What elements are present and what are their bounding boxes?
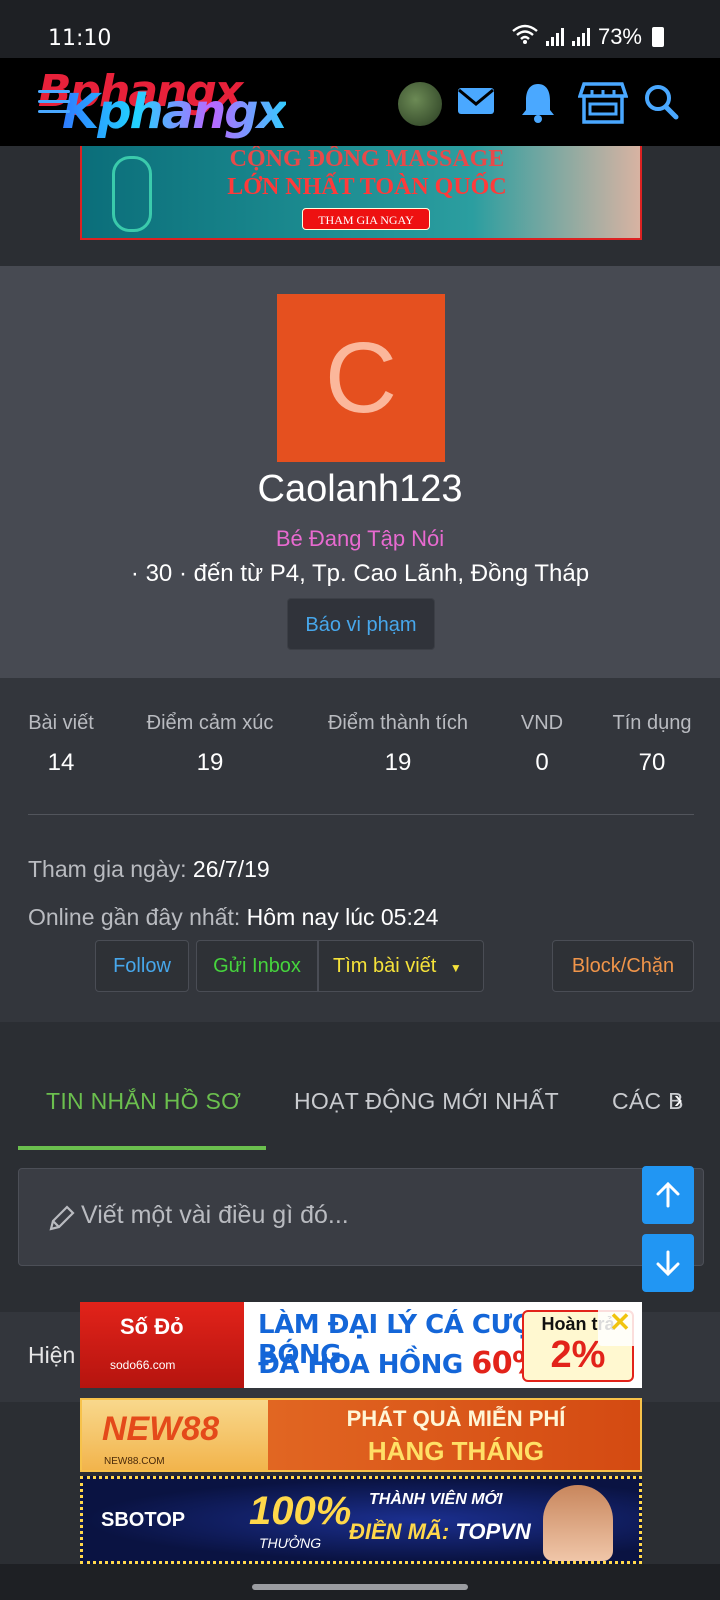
follow-button[interactable]: Follow (95, 940, 189, 992)
user-rank: Bé Đang Tập Nói (275, 526, 445, 551)
search-icon[interactable] (642, 80, 688, 126)
status-composer: Viết một vài điều gì đó... (0, 1150, 720, 1292)
ad-new88-site: NEW88.COM (104, 1456, 165, 1467)
stat-posts: Bài viết 14 (28, 712, 94, 777)
pencil-icon (47, 1203, 77, 1238)
ad-sbotop-r1: THÀNH VIÊN MỚI (369, 1491, 503, 1508)
status-bar: 11:10 73% (0, 0, 720, 58)
banner-cta[interactable]: THAM GIA NGAY (302, 208, 430, 230)
banner-line2: LỚN NHẤT TOÀN QUỐC (227, 174, 507, 200)
composer-placeholder: Viết một vài điều gì đó... (81, 1201, 349, 1229)
stat-value: 14 (47, 749, 75, 776)
ad-new88-line2: HÀNG THÁNG (367, 1436, 545, 1466)
joined-value: 26/7/19 (192, 856, 270, 882)
stat-label: Tín dụng (612, 712, 692, 734)
system-navigation-bar (0, 1564, 720, 1600)
top-banner-ad[interactable]: CỘNG ĐỒNG MASSAGE LỚN NHẤT TOÀN QUỐC THA… (80, 146, 642, 240)
ad-new88-brand-block: NEW88 NEW88.COM (82, 1400, 268, 1470)
stat-label: Điểm cảm xúc (146, 712, 274, 734)
profile-tabs: TIN NHẮN HỒ SƠ HOẠT ĐỘNG MỚI NHẤT CÁC B … (0, 1022, 720, 1150)
profile-header: C Caolanh123 Bé Đang Tập Nói · 30 · đến … (0, 266, 720, 678)
tab-profile-posts[interactable]: TIN NHẮN HỒ SƠ (46, 1088, 241, 1115)
stat-vnd: VND 0 (520, 712, 564, 777)
banner-line1: CỘNG ĐỒNG MASSAGE (229, 146, 505, 172)
home-gesture-bar[interactable] (252, 1584, 468, 1590)
ad-sodo-brand-block: Số Đỏ sodo66.com (80, 1302, 244, 1388)
stat-value: 19 (384, 749, 412, 776)
ad-sbotop[interactable]: SBOTOP 100% THƯỞNG THÀNH VIÊN MỚI ĐIỀN M… (80, 1476, 642, 1564)
ad-sbotop-r2: ĐIỀN MÃ: TOPVN (349, 1519, 531, 1545)
caret-down-icon: ▼ (449, 961, 462, 975)
clock: 11:10 (48, 26, 112, 51)
stat-credit: Tín dụng 70 (610, 712, 694, 777)
report-button[interactable]: Báo vi phạm (287, 598, 435, 650)
logo-front-text: Kphangx (62, 84, 288, 140)
wifi-icon (512, 24, 538, 50)
scroll-up-button[interactable] (642, 1166, 694, 1224)
menu-icon[interactable] (38, 90, 70, 120)
ad-sbotop-small: THƯỞNG (259, 1535, 322, 1551)
battery-percent: 73% (597, 24, 642, 49)
ad-sodo[interactable]: Số Đỏ sodo66.com LÀM ĐẠI LÝ CÁ CƯỢC BÓNG… (80, 1302, 642, 1388)
ad-sbotop-code: TOPVN (455, 1519, 531, 1544)
ad-new88-line1: PHÁT QUÀ MIỄN PHÍ (346, 1406, 566, 1431)
profile-username: Caolanh123 (257, 468, 463, 510)
scroll-down-button[interactable] (642, 1234, 694, 1292)
joined-label: Tham gia ngày: (28, 856, 187, 882)
stat-achievements: Điểm thành tích 19 (320, 712, 476, 777)
ad-sbotop-model-image (543, 1485, 613, 1561)
battery-icon (652, 27, 664, 47)
site-logo[interactable]: Bphangx Kphangx (38, 66, 358, 140)
store-icon[interactable] (577, 80, 629, 126)
top-navigation-bar: Bphangx Kphangx (0, 58, 720, 146)
online-value: Hôm nay lúc 05:24 (246, 904, 439, 930)
bell-icon[interactable] (518, 80, 564, 126)
ad-new88-brand: NEW88 (102, 1410, 220, 1448)
stat-reactions: Điểm cảm xúc 19 (142, 712, 278, 777)
find-posts-button[interactable]: Tìm bài viết ▼ (318, 940, 484, 992)
close-ad-icon[interactable]: ✕ (598, 1302, 642, 1346)
ad-sodo-line2-text: ĐÁ HOA HỒNG (258, 1350, 463, 1380)
online-label: Online gần đây nhất: (28, 904, 241, 930)
stat-value: 70 (638, 749, 666, 776)
stat-label: Bài viết (28, 712, 94, 734)
last-online: Online gần đây nhất: Hôm nay lúc 05:24 (28, 904, 438, 931)
profile-avatar[interactable]: C (277, 294, 445, 462)
profile-stats: Bài viết 14 Điểm cảm xúc 19 Điểm thành t… (0, 678, 720, 1022)
ad-sbotop-code-label: ĐIỀN MÃ: (349, 1519, 450, 1544)
send-inbox-button[interactable]: Gửi Inbox (196, 940, 318, 992)
status-icons: 73% (512, 24, 664, 50)
chevron-right-icon[interactable]: › (674, 1084, 683, 1115)
ad-sodo-brand: Số Đỏ (120, 1314, 184, 1339)
stat-label: VND (520, 712, 564, 734)
signal-icon (545, 28, 564, 46)
stat-value: 19 (196, 749, 224, 776)
joined-date: Tham gia ngày: 26/7/19 (28, 856, 270, 883)
ad-new88[interactable]: NEW88 NEW88.COM PHÁT QUÀ MIỄN PHÍ HÀNG T… (80, 1398, 642, 1472)
divider (28, 814, 694, 815)
find-posts-label: Tìm bài viết (333, 955, 437, 977)
tab-latest-activity[interactable]: HOẠT ĐỘNG MỚI NHẤT (294, 1088, 559, 1115)
ad-sbotop-brand: SBOTOP (101, 1509, 186, 1531)
stat-value: 0 (535, 749, 549, 776)
banner-decoration (112, 156, 152, 232)
block-button[interactable]: Block/Chặn (552, 940, 694, 992)
ad-sbotop-big: 100% (249, 1489, 352, 1533)
stat-label: Điểm thành tích (327, 712, 469, 734)
ad-sodo-line2: ĐÁ HOA HỒNG 60% (258, 1346, 542, 1381)
user-location: · 30 · đến từ P4, Tp. Cao Lãnh, Đồng Thá… (130, 560, 590, 587)
signal-icon-2 (571, 28, 590, 46)
mail-icon[interactable] (456, 80, 502, 126)
write-something-input[interactable]: Viết một vài điều gì đó... (18, 1168, 704, 1266)
ad-sodo-site: sodo66.com (110, 1358, 176, 1372)
show-label[interactable]: Hiện (28, 1342, 75, 1369)
user-avatar[interactable] (398, 82, 442, 126)
